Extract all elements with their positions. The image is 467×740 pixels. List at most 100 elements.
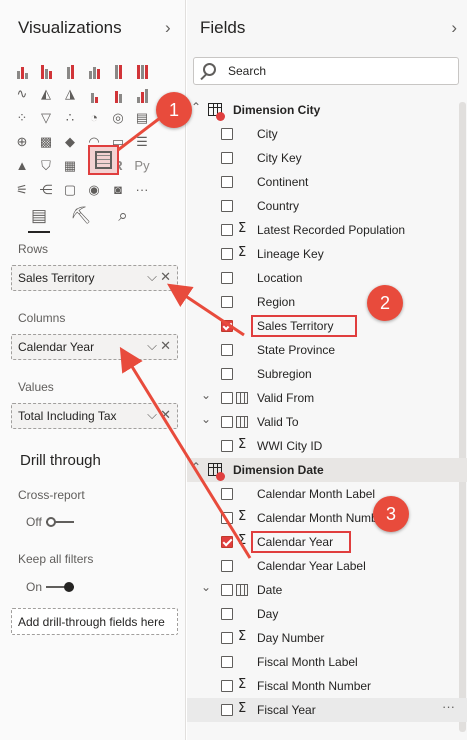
field-checkbox[interactable]: [221, 632, 233, 644]
cross-report-toggle-row[interactable]: Off: [26, 515, 74, 529]
multi-row-card-icon[interactable]: ☰: [132, 133, 152, 151]
values-chevron-down-icon[interactable]: ⌵: [147, 407, 157, 423]
fields-wells-tab-icon[interactable]: ▤: [28, 205, 50, 233]
collapse-fields-chevron-icon[interactable]: ›: [451, 18, 457, 38]
columns-chevron-down-icon[interactable]: ⌵: [147, 338, 157, 354]
keep-all-filters-toggle[interactable]: [46, 582, 75, 592]
field-item[interactable]: Day: [187, 602, 467, 626]
waterfall-chart-icon[interactable]: [132, 85, 152, 103]
field-checkbox[interactable]: [221, 416, 233, 428]
field-checkbox[interactable]: [221, 608, 233, 620]
table-header[interactable]: ⌃ Dimension Date: [187, 458, 467, 482]
qa-visual-icon[interactable]: ▢: [60, 181, 80, 199]
field-item[interactable]: Location: [187, 266, 467, 290]
line-chart-icon[interactable]: ∿: [12, 85, 32, 103]
format-paint-roller-icon[interactable]: ⛏: [70, 205, 92, 227]
field-item[interactable]: ⌄ Date: [187, 578, 467, 602]
scatter-chart-icon[interactable]: ⁘: [12, 109, 32, 127]
field-checkbox[interactable]: [221, 488, 233, 500]
field-item[interactable]: Sales Territory: [187, 314, 467, 338]
slicer-icon[interactable]: ⛉: [36, 157, 56, 175]
columns-well[interactable]: Calendar Year ⌵ ✕: [11, 334, 178, 360]
ribbon-chart-icon[interactable]: [108, 85, 128, 103]
field-item[interactable]: Σ WWI City ID: [187, 434, 467, 458]
field-item[interactable]: State Province: [187, 338, 467, 362]
field-checkbox[interactable]: [221, 320, 233, 332]
percent-bar-chart-icon[interactable]: [108, 61, 128, 79]
field-checkbox[interactable]: [221, 440, 233, 452]
pie-chart-icon[interactable]: ◔: [84, 109, 104, 127]
matrix-visual-selected-highlight[interactable]: [88, 145, 119, 175]
field-item[interactable]: Σ Fiscal Year ···: [187, 698, 467, 722]
field-checkbox[interactable]: [221, 584, 233, 596]
rows-well[interactable]: Sales Territory ⌵ ✕: [11, 265, 178, 291]
field-checkbox[interactable]: [221, 272, 233, 284]
map-icon[interactable]: ⊕: [12, 133, 32, 151]
more-visuals-icon[interactable]: ···: [132, 181, 152, 199]
values-remove-icon[interactable]: ✕: [160, 407, 171, 423]
stacked-bar-chart-icon[interactable]: [12, 61, 32, 79]
date-hierarchy-chevron-icon[interactable]: ⌄: [201, 388, 211, 402]
shape-map-icon[interactable]: ◆: [60, 133, 80, 151]
analytics-magnifier-icon[interactable]: ⌕: [112, 205, 134, 227]
fields-search-box[interactable]: Search: [193, 57, 459, 85]
line-column-chart-icon[interactable]: [84, 85, 104, 103]
field-checkbox[interactable]: [221, 680, 233, 692]
field-checkbox[interactable]: [221, 704, 233, 716]
field-item[interactable]: City: [187, 122, 467, 146]
filled-map-icon[interactable]: ▩: [36, 133, 56, 151]
field-checkbox[interactable]: [221, 560, 233, 572]
field-item[interactable]: Σ Fiscal Month Number: [187, 674, 467, 698]
clustered-column-chart-icon[interactable]: [84, 61, 104, 79]
field-checkbox[interactable]: [221, 248, 233, 260]
field-checkbox[interactable]: [221, 392, 233, 404]
field-checkbox[interactable]: [221, 200, 233, 212]
field-item[interactable]: Σ Lineage Key: [187, 242, 467, 266]
field-item[interactable]: Σ Calendar Year: [187, 530, 467, 554]
arcgis-map-icon[interactable]: ◙: [108, 181, 128, 199]
decomposition-tree-icon[interactable]: ⋲: [36, 181, 56, 199]
table-header[interactable]: ⌃ Dimension City: [187, 98, 467, 122]
key-influencers-icon[interactable]: ⚟: [12, 181, 32, 199]
collapse-visualizations-chevron-icon[interactable]: ›: [165, 18, 171, 38]
values-well[interactable]: Total Including Tax ⌵ ✕: [11, 403, 178, 429]
clustered-bar-chart-icon[interactable]: [60, 61, 80, 79]
field-item[interactable]: ⌄ Valid From: [187, 386, 467, 410]
field-checkbox[interactable]: [221, 176, 233, 188]
expand-chevron-icon[interactable]: ⌃: [191, 100, 201, 114]
field-item[interactable]: Σ Calendar Month Number: [187, 506, 467, 530]
field-item[interactable]: Country: [187, 194, 467, 218]
stacked-area-chart-icon[interactable]: ◮: [60, 85, 80, 103]
scatter-plot-icon[interactable]: ∴: [60, 109, 80, 127]
rows-chevron-down-icon[interactable]: ⌵: [147, 269, 157, 285]
field-item[interactable]: Subregion: [187, 362, 467, 386]
treemap-icon[interactable]: ▤: [132, 109, 152, 127]
field-checkbox[interactable]: [221, 128, 233, 140]
field-item[interactable]: City Key: [187, 146, 467, 170]
field-checkbox[interactable]: [221, 152, 233, 164]
area-chart-icon[interactable]: ◭: [36, 85, 56, 103]
field-checkbox[interactable]: [221, 512, 233, 524]
keep-all-filters-toggle-row[interactable]: On: [26, 580, 75, 594]
expand-chevron-icon[interactable]: ⌃: [191, 460, 201, 474]
drill-through-well[interactable]: Add drill-through fields here: [11, 608, 178, 635]
date-hierarchy-chevron-icon[interactable]: ⌄: [201, 580, 211, 594]
funnel-chart-icon[interactable]: ▽: [36, 109, 56, 127]
smart-narrative-icon[interactable]: ◉: [84, 181, 104, 199]
field-item[interactable]: Σ Day Number: [187, 626, 467, 650]
table-visual-icon[interactable]: ▦: [60, 157, 80, 175]
field-checkbox[interactable]: [221, 224, 233, 236]
more-options-icon[interactable]: ···: [442, 699, 455, 714]
field-checkbox[interactable]: [221, 536, 233, 548]
cross-report-toggle[interactable]: [45, 517, 74, 527]
field-item[interactable]: Continent: [187, 170, 467, 194]
field-item[interactable]: Fiscal Month Label: [187, 650, 467, 674]
field-item[interactable]: ⌄ Valid To: [187, 410, 467, 434]
field-checkbox[interactable]: [221, 656, 233, 668]
python-visual-icon[interactable]: Py: [132, 157, 152, 175]
field-item[interactable]: Σ Latest Recorded Population: [187, 218, 467, 242]
date-hierarchy-chevron-icon[interactable]: ⌄: [201, 412, 211, 426]
field-checkbox[interactable]: [221, 344, 233, 356]
field-checkbox[interactable]: [221, 296, 233, 308]
columns-remove-icon[interactable]: ✕: [160, 338, 171, 354]
